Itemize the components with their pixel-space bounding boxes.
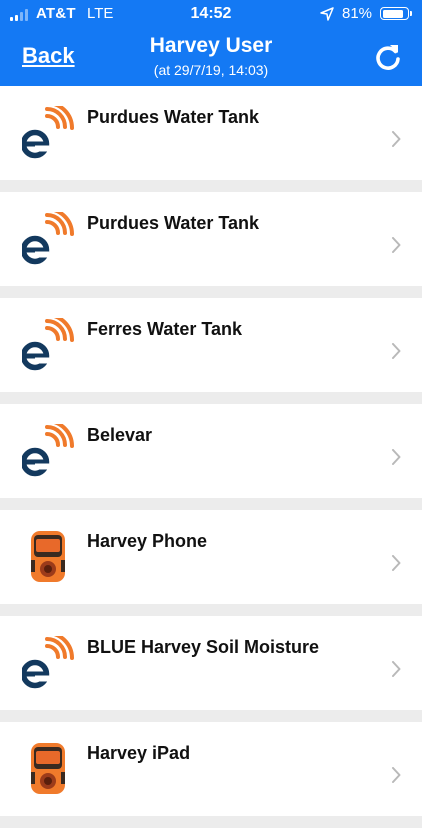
eagle-io-logo-icon (22, 318, 74, 371)
chevron-right-icon (392, 131, 401, 147)
chevron-right-icon (392, 661, 401, 677)
page-title: Harvey User (149, 34, 273, 57)
device-row[interactable]: Belevar (0, 404, 422, 510)
device-name: BLUE Harvey Soil Moisture (87, 637, 320, 657)
phone-device-icon (31, 531, 65, 582)
battery-percent: 81% (342, 5, 373, 22)
location-arrow-icon (320, 7, 334, 21)
device-name: Purdues Water Tank (87, 213, 260, 233)
header: AT&T LTE 14:52 81% Back Harvey User (at … (0, 0, 422, 86)
device-row[interactable]: Harvey iPad (0, 722, 422, 828)
chevron-right-icon (392, 555, 401, 571)
device-row[interactable]: Purdues Water Tank (0, 192, 422, 298)
refresh-icon[interactable] (372, 42, 404, 74)
device-name: Belevar (87, 425, 153, 445)
device-row[interactable]: Purdues Water Tank (0, 86, 422, 192)
page-subtitle: (at 29/7/19, 14:03) (153, 62, 269, 78)
device-row[interactable]: BLUE Harvey Soil Moisture (0, 616, 422, 722)
chevron-right-icon (392, 449, 401, 465)
device-row[interactable]: Harvey Phone (0, 510, 422, 616)
device-row[interactable]: Ferres Water Tank (0, 298, 422, 404)
eagle-io-logo-icon (22, 424, 74, 477)
chevron-right-icon (392, 343, 401, 359)
device-name: Harvey Phone (87, 531, 208, 551)
eagle-io-logo-icon (22, 212, 74, 265)
status-bar: AT&T LTE 14:52 81% (0, 0, 422, 28)
device-name: Harvey iPad (87, 743, 191, 763)
eagle-io-logo-icon (22, 636, 74, 689)
chevron-right-icon (392, 237, 401, 253)
battery-icon (380, 7, 412, 20)
device-list: Purdues Water Tank Purdues Water Tank Fe… (0, 86, 422, 828)
chevron-right-icon (392, 767, 401, 783)
phone-device-icon (31, 743, 65, 794)
device-name: Purdues Water Tank (87, 107, 260, 127)
device-name: Ferres Water Tank (87, 319, 243, 339)
eagle-io-logo-icon (22, 106, 74, 159)
